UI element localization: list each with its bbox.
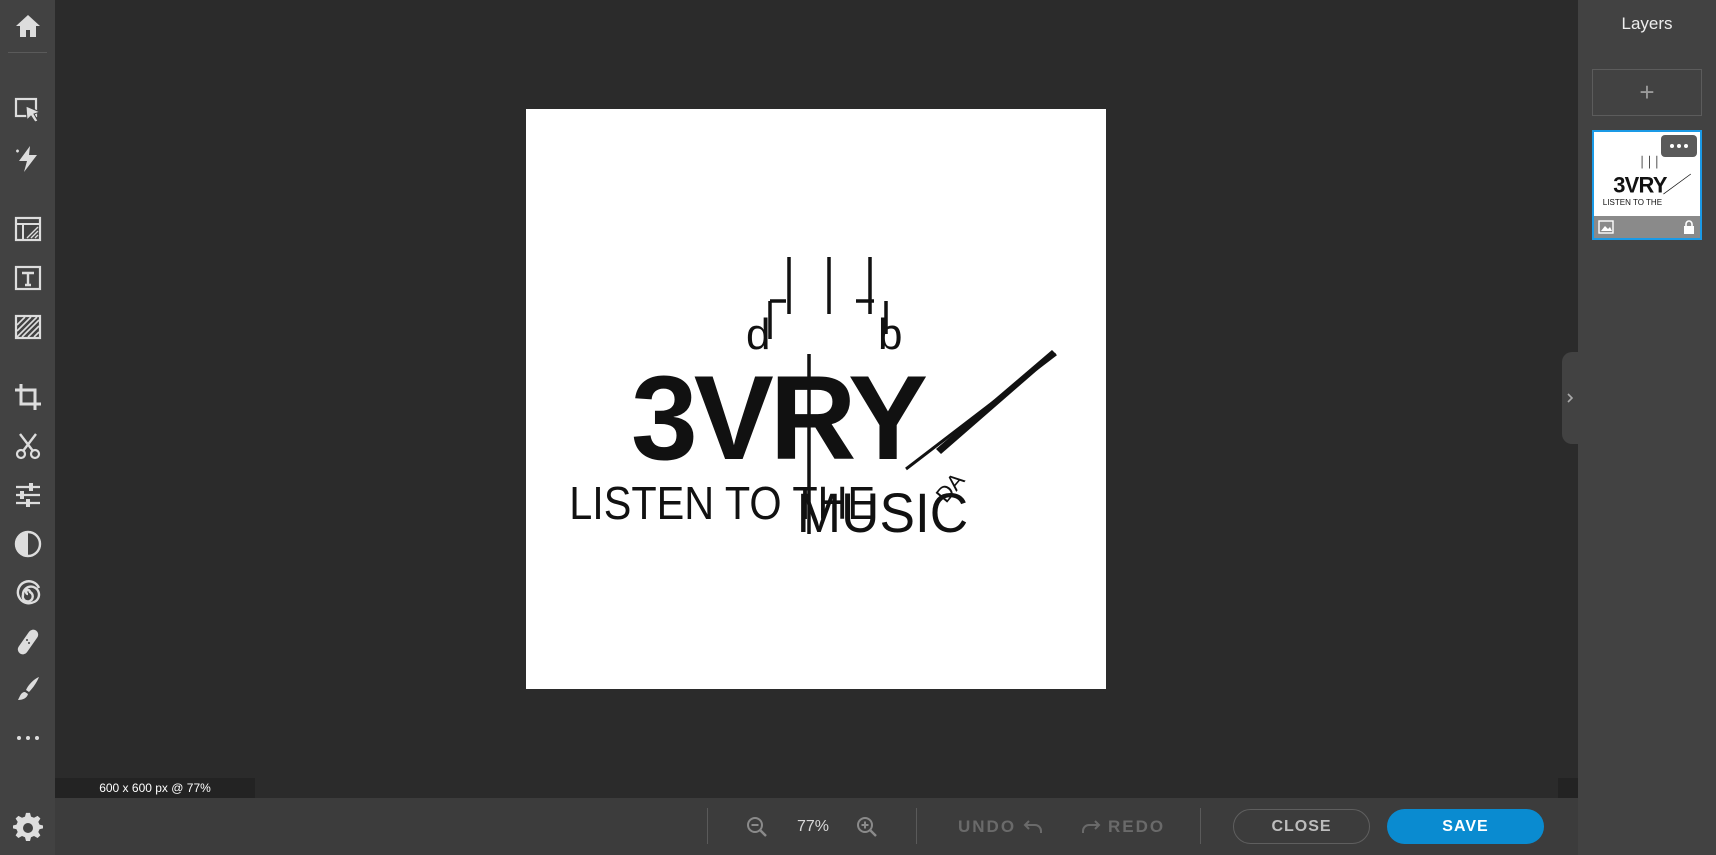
layer-options-button[interactable] — [1661, 135, 1697, 157]
close-button[interactable]: CLOSE — [1233, 809, 1370, 844]
layer-preview-tagline-text: LISTEN TO THE — [1603, 198, 1662, 207]
zoom-in-icon — [857, 817, 877, 837]
undo-label: UNDO — [958, 817, 1017, 836]
add-layer-button[interactable]: + — [1592, 69, 1702, 116]
undo-icon — [1023, 820, 1043, 833]
bottom-divider — [707, 808, 708, 844]
zoom-in-button[interactable] — [852, 812, 882, 842]
layers-panel: Layers + 3VRY LISTEN TO THE — [1578, 0, 1716, 855]
canvas-image[interactable]: d b 3VRY LISTEN TO THE MUSIC DA — [526, 109, 1106, 689]
logo-artwork: d b 3VRY LISTEN TO THE MUSIC DA — [569, 257, 1057, 544]
paint-brush-icon — [17, 677, 39, 700]
zoom-level: 77% — [796, 818, 830, 835]
crop-button[interactable] — [0, 375, 55, 419]
more-tools-icon — [16, 736, 39, 740]
save-button[interactable]: SAVE — [1387, 809, 1544, 844]
settings-button[interactable] — [0, 806, 55, 850]
layout-templates-button[interactable] — [0, 207, 55, 251]
layer-thumbnail[interactable]: 3VRY LISTEN TO THE — [1592, 130, 1702, 240]
cutout-scissors-icon — [15, 433, 40, 460]
distort-swirl-icon — [16, 580, 40, 605]
auto-fix-icon — [15, 146, 37, 172]
status-bar-end — [1558, 778, 1578, 798]
pattern-fill-icon — [14, 314, 41, 340]
zoom-out-button[interactable] — [742, 812, 772, 842]
paint-brush-button[interactable] — [0, 667, 55, 711]
layers-title: Layers — [1621, 14, 1673, 33]
select-arrange-button[interactable] — [0, 88, 55, 132]
distort-button[interactable] — [0, 571, 55, 615]
bottom-divider — [916, 808, 917, 844]
pattern-fill-button[interactable] — [0, 305, 55, 349]
redo-icon — [1082, 820, 1101, 833]
effects-button[interactable] — [0, 522, 55, 566]
text-tool-button[interactable] — [0, 256, 55, 300]
more-tools-button[interactable] — [0, 716, 55, 760]
contrast-effects-icon — [14, 530, 41, 558]
home-button[interactable] — [0, 4, 55, 48]
logo-main-text: 3VRY — [631, 351, 927, 485]
bottom-divider — [1200, 808, 1201, 844]
redo-button[interactable]: REDO — [1080, 812, 1165, 842]
adjustments-sliders-icon — [15, 483, 40, 507]
undo-button[interactable]: UNDO — [958, 812, 1044, 842]
crop-icon — [14, 384, 41, 410]
select-arrange-icon — [14, 97, 41, 123]
toolbar-divider — [8, 52, 47, 53]
layout-templates-icon — [14, 216, 41, 242]
more-dots-icon — [1670, 144, 1674, 148]
adjustments-button[interactable] — [0, 473, 55, 517]
image-layer-icon — [1598, 220, 1614, 234]
panel-collapse-tab[interactable] — [1562, 352, 1578, 444]
heal-button[interactable] — [0, 620, 55, 664]
zoom-out-icon — [747, 817, 767, 837]
layer-thumbnail-footer — [1594, 216, 1700, 238]
heal-bandage-icon — [17, 629, 38, 655]
canvas-status-text: 600 x 600 px @ 77% — [55, 778, 255, 798]
left-toolbar — [0, 0, 55, 855]
layer-preview-main-text: 3VRY — [1613, 172, 1668, 197]
lock-icon[interactable] — [1682, 219, 1696, 235]
auto-fix-button[interactable] — [0, 137, 55, 181]
gear-icon — [12, 812, 43, 842]
home-icon — [15, 15, 40, 37]
text-tool-icon — [14, 265, 41, 291]
chevron-right-icon — [1567, 393, 1574, 403]
cutout-button[interactable] — [0, 424, 55, 468]
redo-label: REDO — [1108, 817, 1166, 836]
